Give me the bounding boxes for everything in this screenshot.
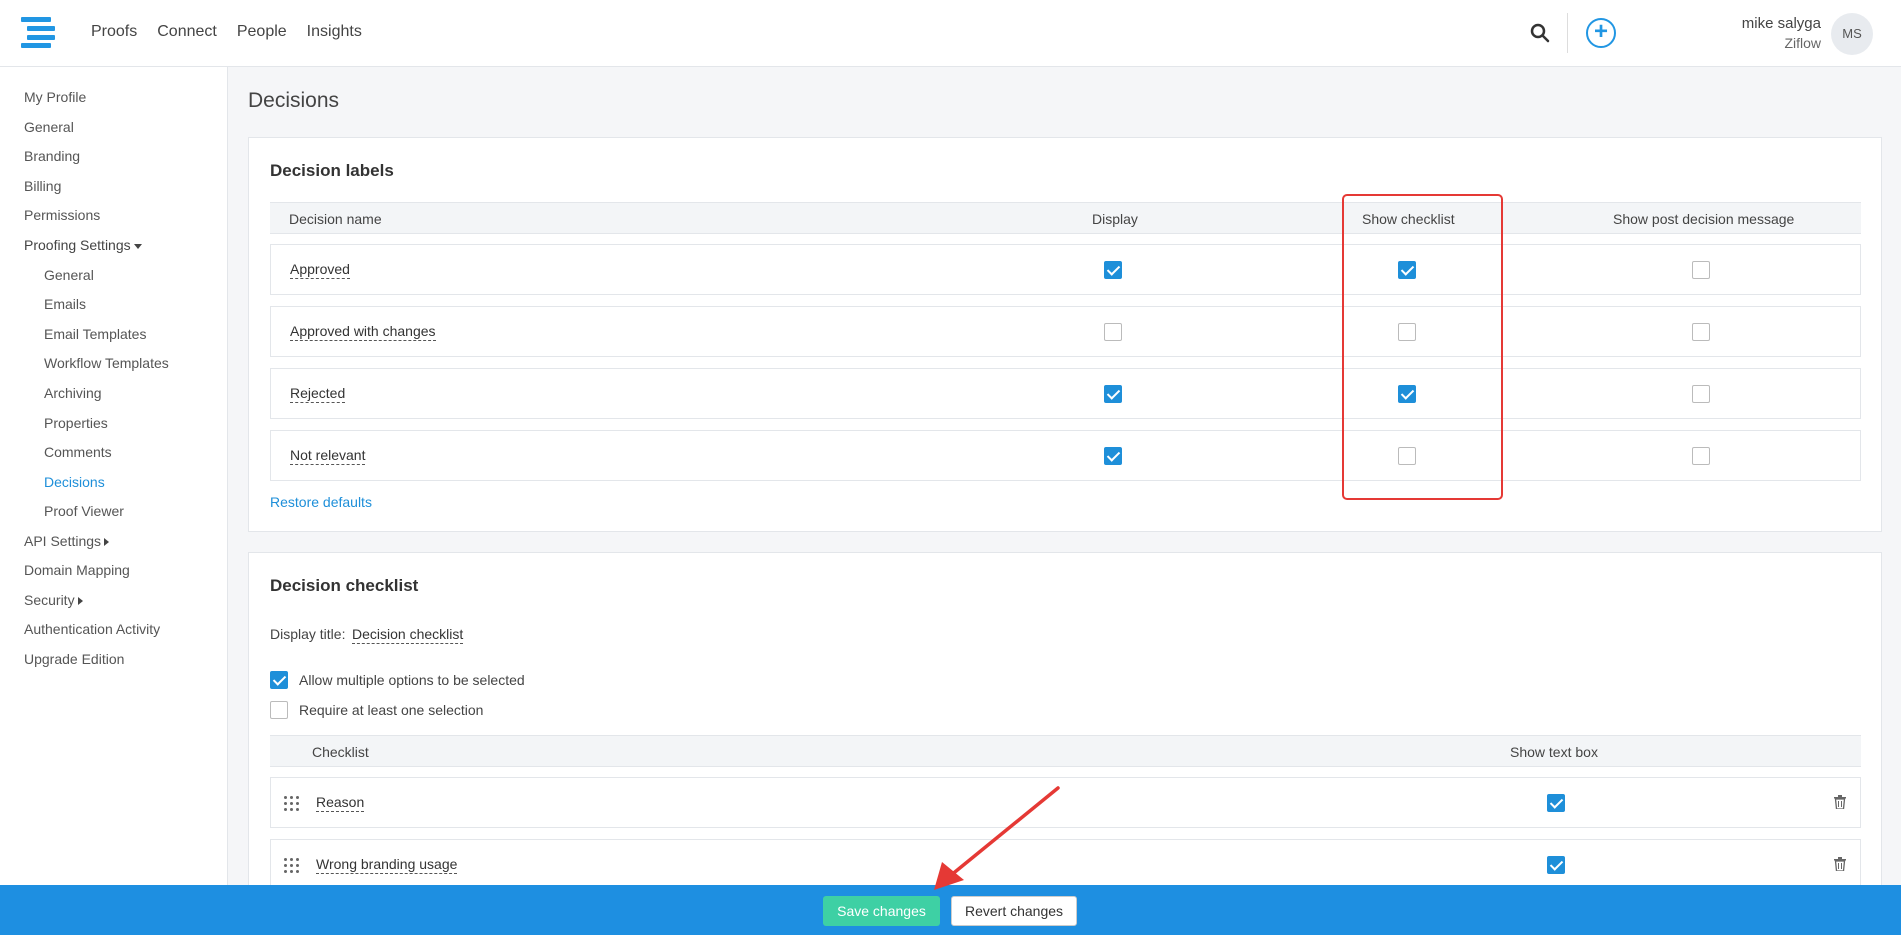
user-org: Ziflow bbox=[1784, 35, 1821, 51]
caret-down-icon bbox=[133, 243, 142, 249]
revert-changes-button[interactable]: Revert changes bbox=[951, 896, 1077, 926]
ziflow-logo-icon[interactable] bbox=[21, 17, 55, 48]
decision-name[interactable]: Approved bbox=[290, 261, 350, 279]
display-checkbox[interactable] bbox=[1104, 323, 1122, 341]
user-name: mike salyga bbox=[1741, 15, 1821, 32]
trash-icon[interactable] bbox=[1834, 857, 1846, 871]
nav-people[interactable]: People bbox=[237, 23, 287, 41]
add-icon[interactable]: + bbox=[1586, 18, 1616, 48]
show-post-message-checkbox[interactable] bbox=[1692, 447, 1710, 465]
decision-row-approved: Approved bbox=[270, 244, 1861, 295]
sidebar-subitem-properties[interactable]: Properties bbox=[44, 415, 108, 431]
sidebar-subitem-comments[interactable]: Comments bbox=[44, 444, 112, 460]
sidebar-subitem-proof-viewer[interactable]: Proof Viewer bbox=[44, 503, 124, 519]
search-icon[interactable] bbox=[1530, 23, 1550, 43]
allow-multiple-label: Allow multiple options to be selected bbox=[299, 672, 525, 688]
show-post-message-checkbox[interactable] bbox=[1692, 323, 1710, 341]
checklist-item-name[interactable]: Wrong branding usage bbox=[316, 856, 458, 874]
sidebar-item-billing[interactable]: Billing bbox=[24, 178, 61, 194]
decision-row-approved-with-changes: Approved with changes bbox=[270, 306, 1861, 357]
caret-right-icon bbox=[104, 538, 110, 547]
sidebar-item-security-label: Security bbox=[24, 592, 75, 608]
user-info[interactable]: mike salyga Ziflow bbox=[1742, 15, 1821, 51]
annotation-arrow-icon bbox=[934, 786, 1060, 890]
display-title-value[interactable]: Decision checklist bbox=[352, 626, 464, 644]
checklist-header: Checklist Show text box bbox=[270, 735, 1861, 767]
nav-connect[interactable]: Connect bbox=[157, 23, 217, 41]
sidebar-subitem-email-templates[interactable]: Email Templates bbox=[44, 326, 146, 342]
sidebar-item-branding[interactable]: Branding bbox=[24, 148, 80, 164]
decision-labels-header: Decision name Display Show checklist Sho… bbox=[270, 202, 1861, 234]
sidebar-subitem-workflow-templates[interactable]: Workflow Templates bbox=[44, 355, 169, 371]
sidebar-item-my-profile[interactable]: My Profile bbox=[24, 89, 86, 105]
display-checkbox[interactable] bbox=[1104, 261, 1122, 279]
nav-insights[interactable]: Insights bbox=[307, 23, 362, 41]
sidebar-item-authentication-activity[interactable]: Authentication Activity bbox=[24, 621, 160, 637]
sidebar-item-general[interactable]: General bbox=[24, 119, 74, 135]
header-display: Display bbox=[1092, 211, 1138, 227]
decision-row-not-relevant: Not relevant bbox=[270, 430, 1861, 481]
decision-labels-card: Decision labels Decision name Display Sh… bbox=[248, 137, 1882, 532]
show-text-box-checkbox[interactable] bbox=[1547, 856, 1565, 874]
sidebar-subitem-decisions[interactable]: Decisions bbox=[44, 474, 105, 490]
checklist-item-name[interactable]: Reason bbox=[316, 794, 365, 812]
display-checkbox[interactable] bbox=[1104, 447, 1122, 465]
show-post-message-checkbox[interactable] bbox=[1692, 385, 1710, 403]
show-checklist-highlight bbox=[1342, 194, 1503, 500]
save-changes-button[interactable]: Save changes bbox=[823, 896, 940, 926]
show-post-message-checkbox[interactable] bbox=[1692, 261, 1710, 279]
sidebar-subitem-general[interactable]: General bbox=[44, 267, 94, 283]
decision-row-rejected: Rejected bbox=[270, 368, 1861, 419]
sidebar-item-upgrade-edition[interactable]: Upgrade Edition bbox=[24, 651, 124, 667]
sidebar-item-security[interactable]: Security bbox=[24, 592, 83, 608]
restore-defaults-link[interactable]: Restore defaults bbox=[270, 494, 372, 510]
caret-right-icon bbox=[77, 597, 83, 606]
decision-labels-title: Decision labels bbox=[270, 161, 394, 180]
drag-handle-icon[interactable] bbox=[284, 796, 300, 811]
drag-handle-icon[interactable] bbox=[284, 858, 300, 873]
page-title: Decisions bbox=[248, 89, 340, 112]
sidebar-item-api-settings-label: API Settings bbox=[24, 533, 102, 549]
sidebar-item-proofing-settings[interactable]: Proofing Settings bbox=[24, 237, 142, 253]
toolbar-divider bbox=[1567, 13, 1568, 53]
header-show-text-box: Show text box bbox=[1510, 744, 1598, 760]
main-nav: Proofs Connect People Insights bbox=[91, 23, 362, 41]
display-title-label: Display title: bbox=[270, 626, 346, 642]
nav-proofs[interactable]: Proofs bbox=[91, 23, 137, 41]
sidebar: My Profile General Branding Billing Perm… bbox=[0, 67, 228, 885]
require-one-checkbox[interactable] bbox=[270, 701, 288, 719]
decision-checklist-title: Decision checklist bbox=[270, 576, 419, 595]
display-checkbox[interactable] bbox=[1104, 385, 1122, 403]
header-decision-name: Decision name bbox=[289, 211, 382, 227]
sidebar-item-api-settings[interactable]: API Settings bbox=[24, 533, 110, 549]
header-checklist: Checklist bbox=[312, 744, 369, 760]
require-one-label: Require at least one selection bbox=[299, 702, 484, 718]
sidebar-item-permissions[interactable]: Permissions bbox=[24, 207, 100, 223]
top-bar: Proofs Connect People Insights + mike sa… bbox=[0, 0, 1901, 67]
sidebar-item-proofing-settings-label: Proofing Settings bbox=[24, 237, 131, 253]
sidebar-subitem-archiving[interactable]: Archiving bbox=[44, 385, 102, 401]
decision-name[interactable]: Approved with changes bbox=[290, 323, 436, 341]
avatar[interactable]: MS bbox=[1831, 13, 1873, 55]
allow-multiple-checkbox[interactable] bbox=[270, 671, 288, 689]
show-text-box-checkbox[interactable] bbox=[1547, 794, 1565, 812]
header-show-post-decision-message: Show post decision message bbox=[1613, 211, 1795, 227]
sidebar-subitem-emails[interactable]: Emails bbox=[44, 296, 86, 312]
sidebar-item-domain-mapping[interactable]: Domain Mapping bbox=[24, 562, 130, 578]
trash-icon[interactable] bbox=[1834, 795, 1846, 809]
decision-name[interactable]: Not relevant bbox=[290, 447, 366, 465]
decision-name[interactable]: Rejected bbox=[290, 385, 346, 403]
